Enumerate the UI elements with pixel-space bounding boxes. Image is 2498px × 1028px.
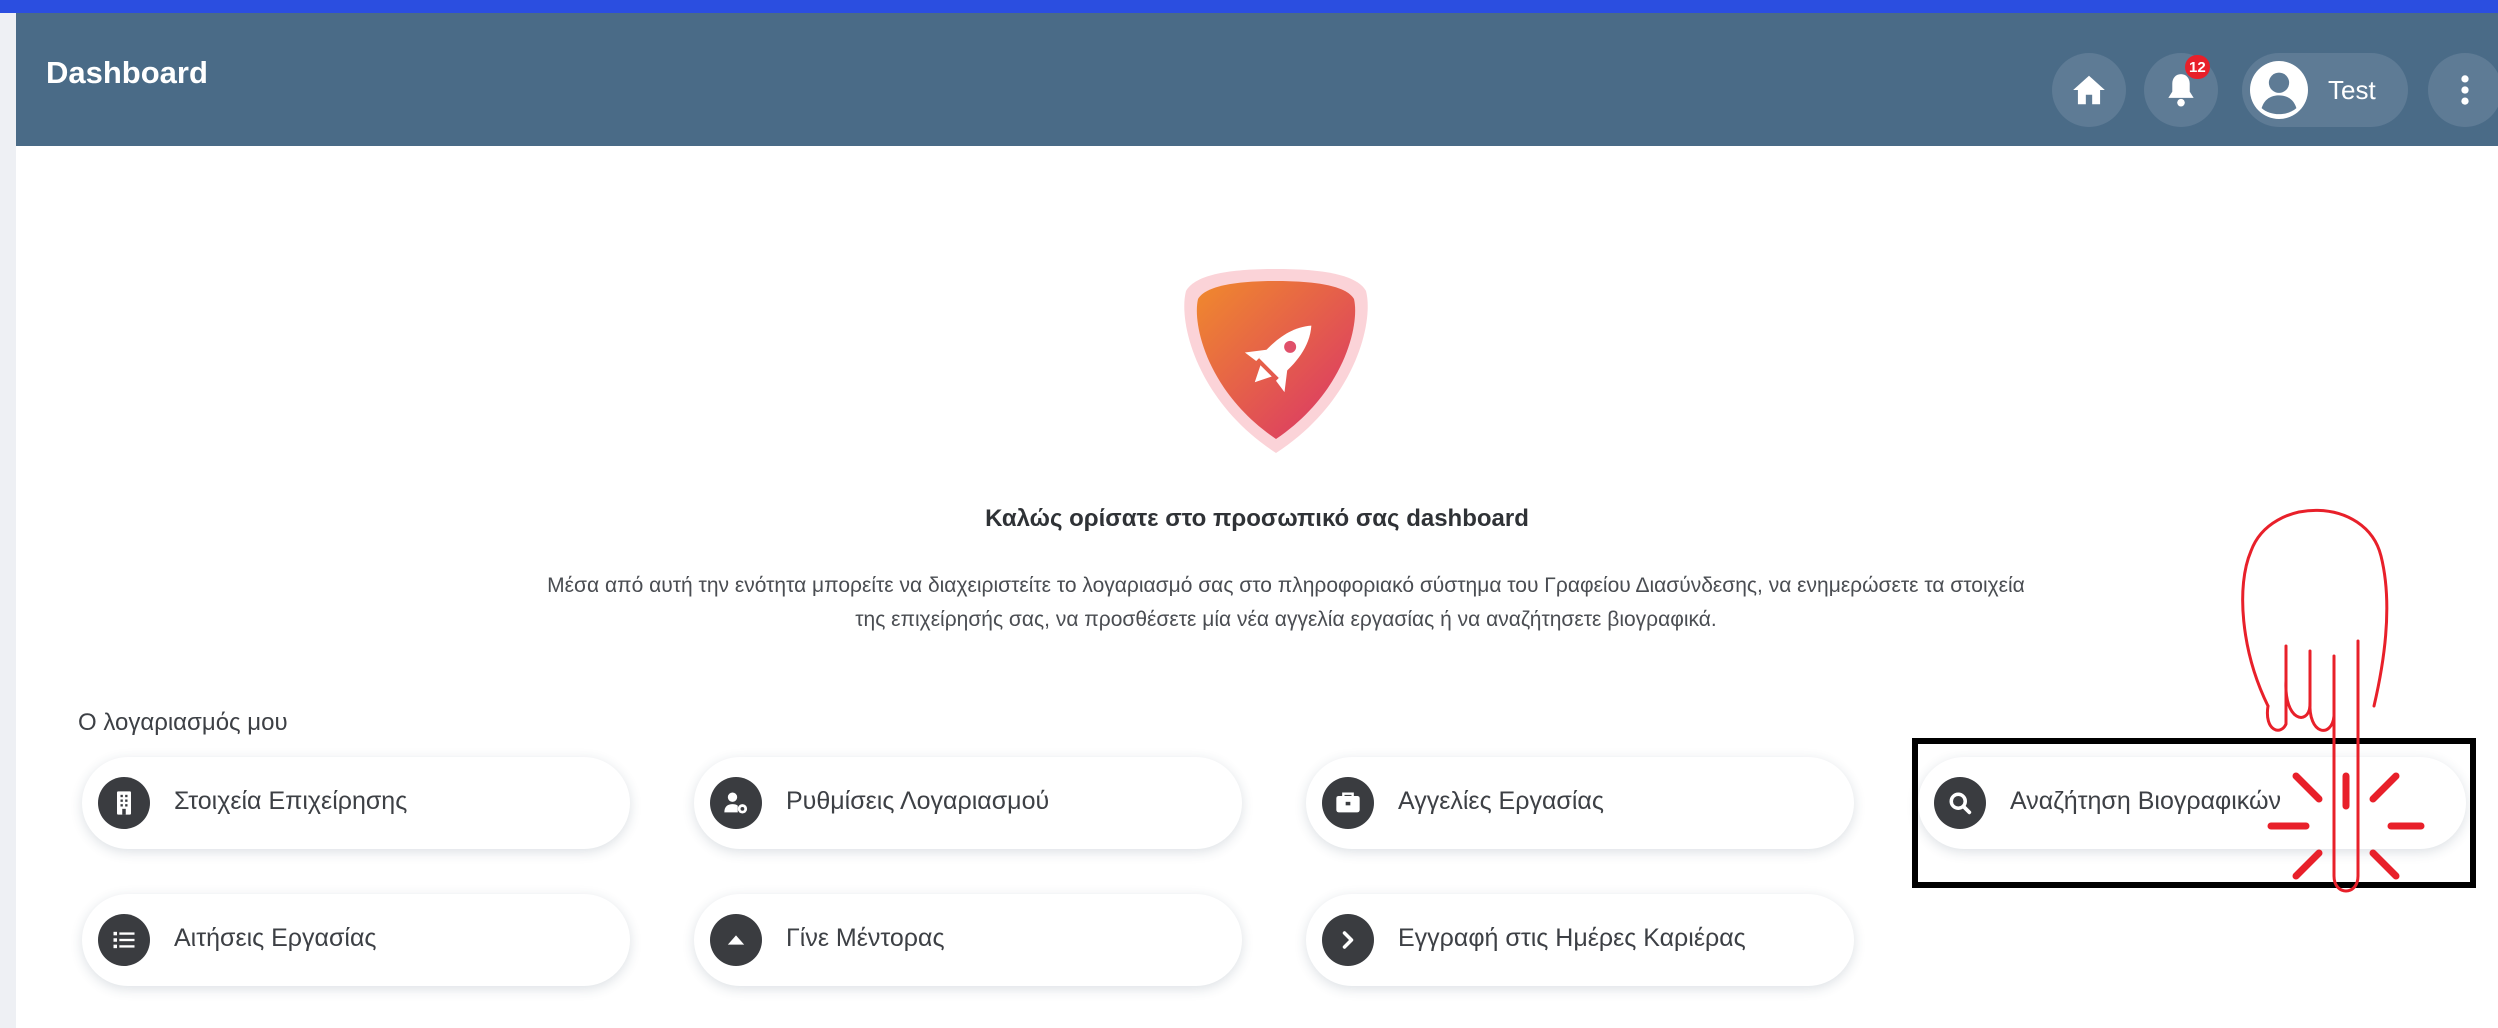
become-mentor-button[interactable]: Γίνε Μέντορας [694, 894, 1242, 986]
job-ads-label: Αγγελίες Εργασίας [1398, 787, 1604, 815]
home-button[interactable] [2052, 53, 2126, 127]
become-mentor-label: Γίνε Μέντορας [786, 924, 945, 952]
account-settings-button[interactable]: Ρυθμίσεις Λογαριασμού [694, 757, 1242, 849]
welcome-title: Καλώς ορίσατε στο προσωπικό σας dashboar… [985, 505, 1529, 532]
career-days-registration-label: Εγγραφή στις Ημέρες Καριέρας [1398, 924, 1746, 952]
user-menu-button[interactable]: Test [2242, 53, 2408, 127]
welcome-description: Μέσα από αυτή την ενότητα μπορείτε να δι… [547, 574, 2025, 631]
dashboard-card: Dashboard 12 Test Καλώς ορίσατε στο προσ… [16, 13, 2498, 1028]
chevron-right-icon [1342, 931, 1354, 949]
more-options-button[interactable] [2428, 53, 2498, 127]
app-header: Dashboard 12 Test [16, 13, 2498, 146]
home-icon [2073, 75, 2105, 105]
company-details-button[interactable]: Στοιχεία Επιχείρησης [82, 757, 630, 849]
list-icon [113, 931, 135, 949]
job-applications-button[interactable]: Αιτήσεις Εργασίας [82, 894, 630, 986]
user-gear-icon [724, 792, 748, 814]
user-name: Test [2328, 75, 2376, 105]
caret-up-icon [727, 935, 745, 945]
account-section-title: Ο λογαριασμός μου [78, 709, 288, 736]
left-gutter [0, 13, 16, 1028]
avatar [2250, 61, 2308, 119]
job-applications-label: Αιτήσεις Εργασίας [174, 924, 377, 952]
notification-badge: 12 [2185, 55, 2210, 79]
job-ads-button[interactable]: Αγγελίες Εργασίας [1306, 757, 1854, 849]
account-settings-label: Ρυθμίσεις Λογαριασμού [786, 787, 1050, 815]
top-accent-bar [0, 0, 2498, 13]
rocket-logo-icon [1184, 269, 1368, 453]
pointing-hand-icon [2241, 508, 2425, 893]
page-title: Dashboard [46, 55, 208, 90]
vertical-dots-icon [2461, 75, 2469, 105]
career-days-registration-button[interactable]: Εγγραφή στις Ημέρες Καριέρας [1306, 894, 1854, 986]
notifications-button[interactable]: 12 [2144, 53, 2218, 127]
building-icon [117, 791, 131, 815]
briefcase-icon [1336, 792, 1360, 813]
company-details-label: Στοιχεία Επιχείρησης [174, 787, 408, 815]
